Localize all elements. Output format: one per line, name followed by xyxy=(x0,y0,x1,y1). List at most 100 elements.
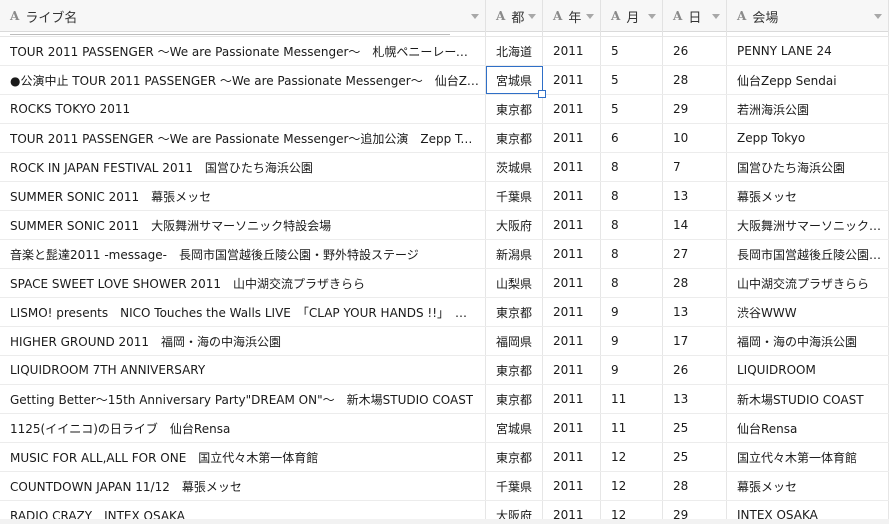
cell-live-name[interactable]: ROCK IN JAPAN FESTIVAL 2011 国営ひたち海浜公園 xyxy=(0,153,486,181)
cell-year[interactable]: 2011 xyxy=(543,37,601,65)
table-row[interactable]: MUSIC FOR ALL,ALL FOR ONE 国立代々木第一体育館 東京都 2… xyxy=(0,443,889,472)
cell-year[interactable]: 2011 xyxy=(543,211,601,239)
table-row[interactable]: HIGHER GROUND 2011 福岡・海の中海浜公園 福岡県 2011 9 17 福… xyxy=(0,327,889,356)
cell-prefecture[interactable]: 北海道 xyxy=(486,37,543,65)
cell-year[interactable]: 2011 xyxy=(543,443,601,471)
cell-day[interactable]: 29 xyxy=(663,95,727,123)
cell-month[interactable]: 12 xyxy=(601,443,663,471)
cell-venue[interactable]: 大阪舞洲サマーソニック特設会場 xyxy=(727,211,889,239)
cell-month[interactable]: 8 xyxy=(601,211,663,239)
cell-month[interactable]: 9 xyxy=(601,298,663,326)
cell-month[interactable]: 8 xyxy=(601,153,663,181)
column-header-live-name[interactable]: A ライブ名 xyxy=(0,0,486,32)
cell-prefecture[interactable]: 東京都 xyxy=(486,443,543,471)
cell-live-name[interactable]: TOUR 2011 PASSENGER 〜We are Passionate M… xyxy=(0,124,486,152)
cell-prefecture[interactable]: 千葉県 xyxy=(486,182,543,210)
table-row[interactable]: SUMMER SONIC 2011 大阪舞洲サマーソニック特設会場 大阪府 2011… xyxy=(0,211,889,240)
cell-day[interactable]: 13 xyxy=(663,298,727,326)
cell-month[interactable]: 6 xyxy=(601,124,663,152)
cell-month[interactable]: 8 xyxy=(601,240,663,268)
cell-day[interactable]: 25 xyxy=(663,443,727,471)
cell-year[interactable]: 2011 xyxy=(543,66,601,94)
chevron-down-icon[interactable] xyxy=(712,13,720,19)
chevron-down-icon[interactable] xyxy=(648,13,656,19)
cell-live-name[interactable]: MUSIC FOR ALL,ALL FOR ONE 国立代々木第一体育館 xyxy=(0,443,486,471)
chevron-down-icon[interactable] xyxy=(471,13,479,19)
cell-venue[interactable]: 仙台Rensa xyxy=(727,414,889,442)
fill-handle[interactable] xyxy=(538,90,546,98)
table-row[interactable]: 音楽と髭達2011 -message- 長岡市国営越後丘陵公園・野外特設ステージ… xyxy=(0,240,889,269)
cell-year[interactable]: 2011 xyxy=(543,472,601,500)
cell-venue[interactable]: LIQUIDROOM xyxy=(727,356,889,384)
cell-live-name[interactable]: ●公演中止 TOUR 2011 PASSENGER 〜We are Passio… xyxy=(0,66,486,94)
table-row[interactable]: SPACE SWEET LOVE SHOWER 2011 山中湖交流プラザきらら… xyxy=(0,269,889,298)
cell-venue[interactable]: 仙台Zepp Sendai xyxy=(727,66,889,94)
cell-venue[interactable]: Zepp Tokyo xyxy=(727,124,889,152)
cell-year[interactable]: 2011 xyxy=(543,327,601,355)
cell-month[interactable]: 5 xyxy=(601,66,663,94)
cell-live-name[interactable]: TOUR 2011 PASSENGER 〜We are Passionate M… xyxy=(0,37,486,65)
cell-month[interactable]: 9 xyxy=(601,327,663,355)
cell-day[interactable]: 28 xyxy=(663,472,727,500)
cell-venue[interactable]: 幕張メッセ xyxy=(727,182,889,210)
cell-venue[interactable]: 長岡市国営越後丘陵公園・野外特設ステージ xyxy=(727,240,889,268)
cell-prefecture[interactable]: 東京都 xyxy=(486,124,543,152)
table-row[interactable]: ROCK IN JAPAN FESTIVAL 2011 国営ひたち海浜公園 茨城県… xyxy=(0,153,889,182)
cell-venue[interactable]: 山中湖交流プラザきらら xyxy=(727,269,889,297)
cell-year[interactable]: 2011 xyxy=(543,298,601,326)
chevron-down-icon[interactable] xyxy=(586,13,594,19)
cell-live-name[interactable]: Getting Better〜15th Anniversary Party"DR… xyxy=(0,385,486,413)
cell-live-name[interactable]: COUNTDOWN JAPAN 11/12 幕張メッセ xyxy=(0,472,486,500)
cell-prefecture[interactable]: 東京都 xyxy=(486,385,543,413)
table-row[interactable]: COUNTDOWN JAPAN 11/12 幕張メッセ 千葉県 2011 12 28 幕張… xyxy=(0,472,889,501)
cell-day[interactable]: 26 xyxy=(663,356,727,384)
cell-prefecture[interactable]: 大阪府 xyxy=(486,211,543,239)
cell-day[interactable]: 28 xyxy=(663,66,727,94)
cell-day[interactable]: 27 xyxy=(663,240,727,268)
cell-year[interactable]: 2011 xyxy=(543,153,601,181)
table-row[interactable]: Getting Better〜15th Anniversary Party"DR… xyxy=(0,385,889,414)
column-header-year[interactable]: A 年 xyxy=(543,0,601,32)
cell-day[interactable]: 14 xyxy=(663,211,727,239)
cell-prefecture[interactable]: 宮城県 xyxy=(486,414,543,442)
cell-venue[interactable]: 福岡・海の中海浜公園 xyxy=(727,327,889,355)
cell-day[interactable]: 28 xyxy=(663,269,727,297)
cell-prefecture[interactable]: 新潟県 xyxy=(486,240,543,268)
cell-venue[interactable]: 渋谷WWW xyxy=(727,298,889,326)
column-header-month[interactable]: A 月 xyxy=(601,0,663,32)
cell-prefecture[interactable]: 宮城県 xyxy=(486,66,546,98)
cell-day[interactable]: 13 xyxy=(663,385,727,413)
cell-year[interactable]: 2011 xyxy=(543,240,601,268)
cell-prefecture[interactable]: 山梨県 xyxy=(486,269,543,297)
cell-venue[interactable]: 国立代々木第一体育館 xyxy=(727,443,889,471)
table-row[interactable]: LIQUIDROOM 7TH ANNIVERSARY 東京都 2011 9 26 LIQU… xyxy=(0,356,889,385)
column-header-venue[interactable]: A 会場 xyxy=(727,0,889,32)
cell-prefecture[interactable]: 東京都 xyxy=(486,95,543,123)
cell-venue[interactable]: 新木場STUDIO COAST xyxy=(727,385,889,413)
cell-venue[interactable]: 幕張メッセ xyxy=(727,472,889,500)
cell-venue[interactable]: 若洲海浜公園 xyxy=(727,95,889,123)
table-row[interactable]: 1125(イイニコ)の日ライブ 仙台Rensa 宮城県 2011 11 25 仙台Rens… xyxy=(0,414,889,443)
cell-year[interactable]: 2011 xyxy=(543,95,601,123)
cell-month[interactable]: 8 xyxy=(601,182,663,210)
cell-year[interactable]: 2011 xyxy=(543,385,601,413)
cell-year[interactable]: 2011 xyxy=(543,356,601,384)
cell-month[interactable]: 5 xyxy=(601,37,663,65)
cell-day[interactable]: 7 xyxy=(663,153,727,181)
cell-year[interactable]: 2011 xyxy=(543,269,601,297)
cell-live-name[interactable]: 1125(イイニコ)の日ライブ 仙台Rensa xyxy=(0,414,486,442)
table-row[interactable]: LISMO! presents NICO Touches the Walls L… xyxy=(0,298,889,327)
cell-year[interactable]: 2011 xyxy=(543,414,601,442)
cell-day[interactable]: 17 xyxy=(663,327,727,355)
cell-live-name[interactable]: SUMMER SONIC 2011 幕張メッセ xyxy=(0,182,486,210)
cell-live-name[interactable]: 音楽と髭達2011 -message- 長岡市国営越後丘陵公園・野外特設ステージ xyxy=(0,240,486,268)
cell-month[interactable]: 11 xyxy=(601,414,663,442)
cell-day[interactable]: 25 xyxy=(663,414,727,442)
cell-live-name[interactable]: ROCKS TOKYO 2011 xyxy=(0,95,486,123)
chevron-down-icon[interactable] xyxy=(528,13,536,19)
column-header-day[interactable]: A 日 xyxy=(663,0,727,32)
table-row[interactable]: ●公演中止 TOUR 2011 PASSENGER 〜We are Passio… xyxy=(0,66,889,98)
cell-day[interactable]: 13 xyxy=(663,182,727,210)
chevron-down-icon[interactable] xyxy=(874,13,882,19)
cell-month[interactable]: 8 xyxy=(601,269,663,297)
